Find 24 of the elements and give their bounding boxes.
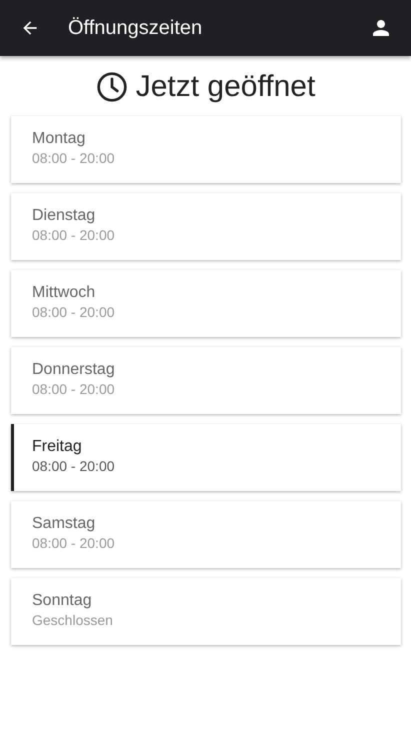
day-card[interactable]: Donnerstag 08:00 - 20:00 bbox=[11, 347, 401, 414]
day-name: Montag bbox=[32, 130, 86, 148]
open-status: Jetzt geöffnet bbox=[136, 70, 316, 104]
opening-hours: 08:00 - 20:00 bbox=[32, 458, 116, 474]
day-card[interactable]: Montag 08:00 - 20:00 bbox=[11, 116, 401, 183]
day-name: Freitag bbox=[32, 438, 83, 456]
opening-hours: 08:00 - 20:00 bbox=[32, 381, 116, 397]
day-card[interactable]: Dienstag 08:00 - 20:00 bbox=[11, 193, 401, 260]
day-name: Sonntag bbox=[32, 592, 93, 610]
day-name: Samstag bbox=[32, 515, 96, 533]
clock-icon bbox=[96, 71, 128, 103]
day-card[interactable]: Samstag 08:00 - 20:00 bbox=[11, 501, 401, 568]
screen-title: Öffnungszeiten bbox=[68, 16, 202, 40]
day-name: Dienstag bbox=[32, 207, 96, 225]
day-name: Donnerstag bbox=[32, 361, 116, 379]
opening-hours: 08:00 - 20:00 bbox=[32, 150, 116, 166]
opening-hours: 08:00 - 20:00 bbox=[32, 304, 116, 320]
day-card[interactable]: Freitag 08:00 - 20:00 bbox=[11, 424, 401, 491]
day-name: Mittwoch bbox=[32, 284, 96, 302]
opening-hours: 08:00 - 20:00 bbox=[32, 535, 116, 551]
day-card[interactable]: Mittwoch 08:00 - 20:00 bbox=[11, 270, 401, 337]
day-card[interactable]: Sonntag Geschlossen bbox=[11, 578, 401, 645]
opening-hours: Geschlossen bbox=[32, 612, 114, 628]
opening-hours: 08:00 - 20:00 bbox=[32, 227, 116, 243]
